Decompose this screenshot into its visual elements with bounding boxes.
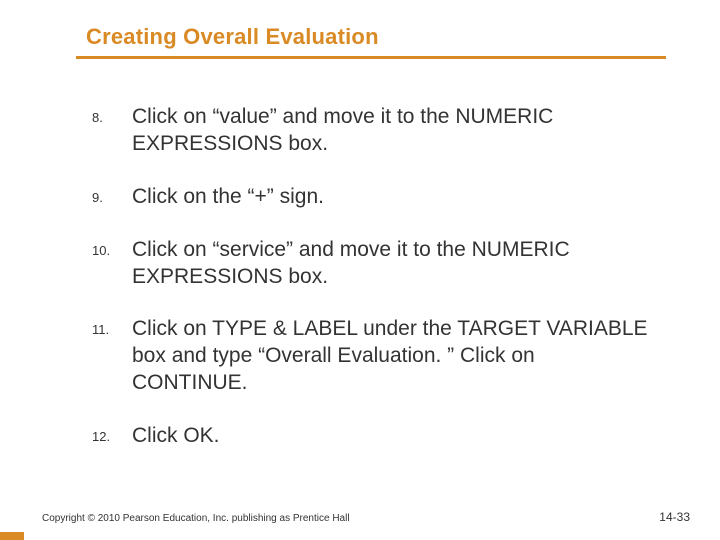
ordered-list: 8. Click on “value” and move it to the N… — [92, 104, 650, 450]
list-text: Click on “value” and move it to the NUME… — [132, 104, 650, 158]
list-item: 11. Click on TYPE & LABEL under the TARG… — [92, 316, 650, 397]
footer: Copyright © 2010 Pearson Education, Inc.… — [42, 510, 690, 524]
list-number: 10. — [92, 237, 132, 258]
corner-accent — [0, 532, 24, 540]
list-number: 9. — [92, 184, 132, 205]
list-number: 11. — [92, 316, 132, 337]
list-text: Click on the “+” sign. — [132, 184, 324, 211]
list-item: 8. Click on “value” and move it to the N… — [92, 104, 650, 158]
list-item: 12. Click OK. — [92, 423, 650, 450]
list-area: 8. Click on “value” and move it to the N… — [92, 104, 650, 476]
list-text: Click on “service” and move it to the NU… — [132, 237, 650, 291]
list-number: 8. — [92, 104, 132, 125]
title-underline — [76, 56, 666, 59]
copyright-text: Copyright © 2010 Pearson Education, Inc.… — [42, 513, 350, 524]
list-number: 12. — [92, 423, 132, 444]
page-number: 14-33 — [659, 510, 690, 524]
list-item: 10. Click on “service” and move it to th… — [92, 237, 650, 291]
list-text: Click on TYPE & LABEL under the TARGET V… — [132, 316, 650, 397]
list-item: 9. Click on the “+” sign. — [92, 184, 650, 211]
list-text: Click OK. — [132, 423, 220, 450]
slide-title: Creating Overall Evaluation — [86, 24, 680, 50]
slide: Creating Overall Evaluation 8. Click on … — [0, 0, 720, 540]
title-area: Creating Overall Evaluation — [86, 24, 680, 59]
